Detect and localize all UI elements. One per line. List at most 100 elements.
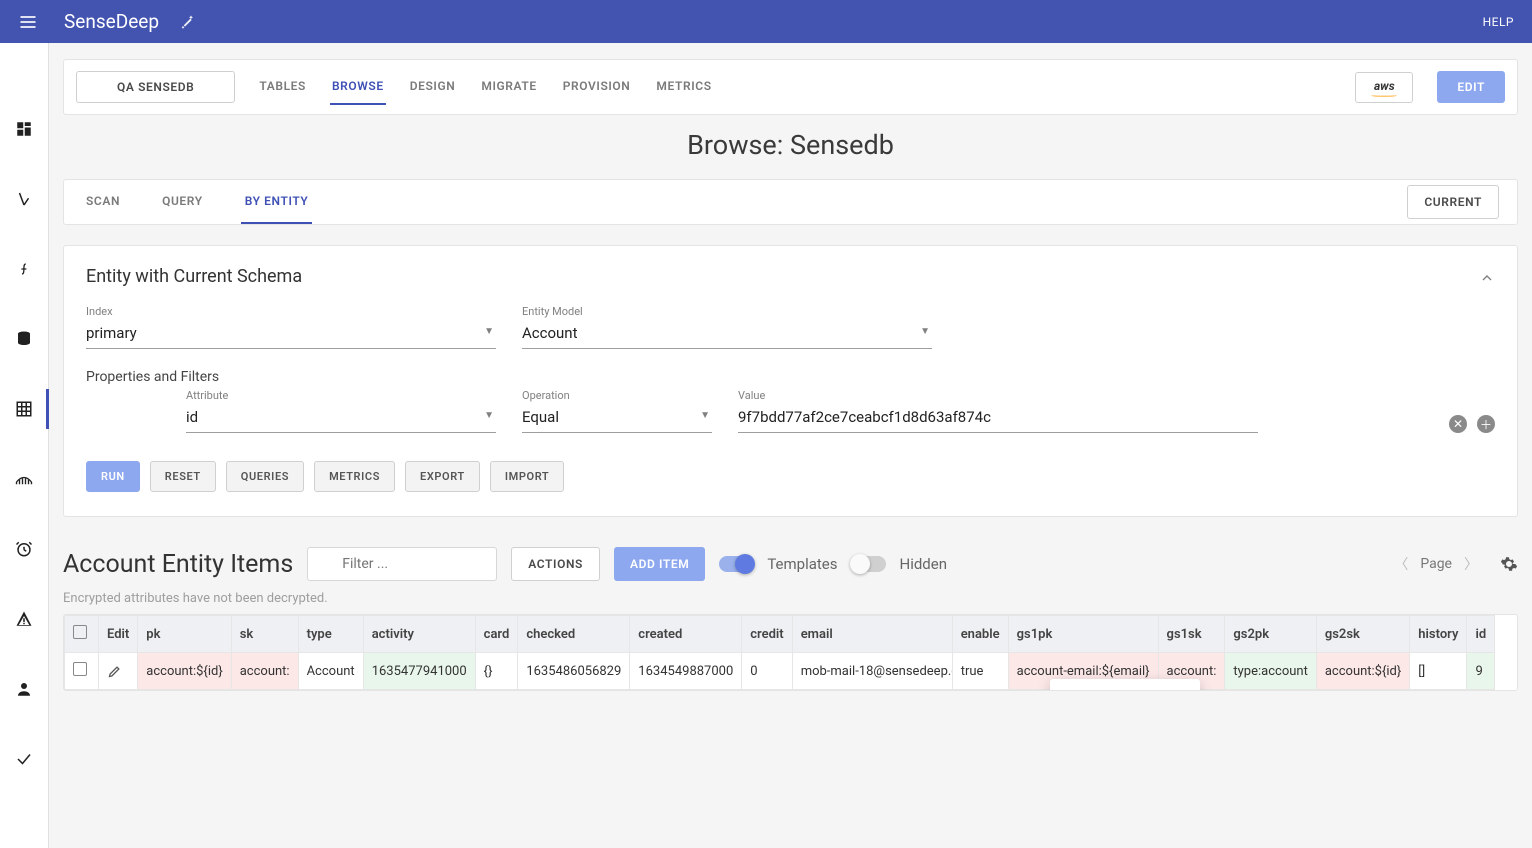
col-created[interactable]: created xyxy=(630,616,742,653)
col-pk[interactable]: pk xyxy=(138,616,231,653)
entity-model-label: Entity Model xyxy=(522,305,932,318)
subtab-by-entity[interactable]: BY ENTITY xyxy=(241,180,313,224)
edit-button[interactable]: EDIT xyxy=(1437,71,1505,103)
caret-down-icon: ▼ xyxy=(484,410,494,421)
main-content: QA SENSEDB TABLES BROWSE DESIGN MIGRATE … xyxy=(49,43,1532,731)
page-label: Page xyxy=(1420,556,1452,572)
next-page-icon[interactable]: 〉 xyxy=(1464,554,1478,574)
hidden-toggle[interactable] xyxy=(852,556,886,572)
cell-sk: account: xyxy=(231,653,298,690)
col-gs1pk[interactable]: gs1pk xyxy=(1008,616,1158,653)
nav-database-icon[interactable] xyxy=(0,323,49,355)
index-select[interactable]: primary▼ xyxy=(86,320,496,349)
nav-lambda-icon[interactable] xyxy=(0,183,49,215)
col-sk[interactable]: sk xyxy=(231,616,298,653)
actions-button[interactable]: ACTIONS xyxy=(511,547,600,581)
nav-dashboard-icon[interactable] xyxy=(0,113,49,145)
subtab-query[interactable]: QUERY xyxy=(158,180,207,224)
cell-card: {} xyxy=(475,653,518,690)
attribute-label: Attribute xyxy=(186,389,496,402)
filter-input[interactable] xyxy=(307,547,497,581)
templates-label: Templates xyxy=(767,555,837,573)
tab-tables[interactable]: TABLES xyxy=(257,69,308,105)
select-all-checkbox[interactable] xyxy=(73,625,87,639)
metrics-button[interactable]: METRICS xyxy=(314,461,395,492)
remove-filter-icon[interactable]: ✕ xyxy=(1449,415,1467,433)
templates-toggle[interactable] xyxy=(719,556,753,572)
value-label: Value xyxy=(738,389,1258,402)
left-nav-rail xyxy=(0,43,49,848)
col-history[interactable]: history xyxy=(1410,616,1467,653)
hamburger-icon[interactable] xyxy=(18,12,38,32)
tab-provision[interactable]: PROVISION xyxy=(561,69,633,105)
context-menu: Copy Design Schema Edit Follow Reference xyxy=(1050,679,1200,691)
nav-check-icon[interactable] xyxy=(0,743,49,775)
results-table: Edit pk sk type activity card checked cr… xyxy=(64,615,1495,690)
queries-button[interactable]: QUERIES xyxy=(226,461,304,492)
cell-id: 9 xyxy=(1467,653,1495,690)
col-activity[interactable]: activity xyxy=(363,616,475,653)
tab-design[interactable]: DESIGN xyxy=(408,69,458,105)
cell-gs2sk: account:${id} xyxy=(1316,653,1409,690)
tab-browse[interactable]: BROWSE xyxy=(330,69,386,105)
caret-down-icon: ▼ xyxy=(700,410,710,421)
nav-grid-icon[interactable] xyxy=(0,393,49,425)
col-id[interactable]: id xyxy=(1467,616,1495,653)
help-link[interactable]: HELP xyxy=(1483,15,1514,29)
table-header-row: Edit pk sk type activity card checked cr… xyxy=(65,616,1495,653)
main-tabs: TABLES BROWSE DESIGN MIGRATE PROVISION M… xyxy=(257,69,713,105)
caret-down-icon: ▼ xyxy=(920,326,930,337)
col-email[interactable]: email xyxy=(792,616,952,653)
import-button[interactable]: IMPORT xyxy=(490,461,564,492)
col-card[interactable]: card xyxy=(475,616,518,653)
aws-button[interactable]: aws xyxy=(1355,72,1413,103)
tab-migrate[interactable]: MIGRATE xyxy=(479,69,538,105)
properties-filters-label: Properties and Filters xyxy=(86,369,1495,385)
nav-bridge-icon[interactable] xyxy=(0,463,49,495)
cell-gs2pk: type:account xyxy=(1225,653,1316,690)
table-row[interactable]: account:${id} account: Account 163547794… xyxy=(65,653,1495,690)
cell-type: Account xyxy=(298,653,363,690)
cell-pk: account:${id} xyxy=(138,653,231,690)
settings-icon[interactable] xyxy=(1500,555,1518,573)
nav-user-icon[interactable] xyxy=(0,673,49,705)
ctx-copy[interactable]: Copy xyxy=(1050,685,1200,691)
entity-model-select[interactable]: Account▼ xyxy=(522,320,932,349)
caret-down-icon: ▼ xyxy=(484,326,494,337)
add-filter-icon[interactable]: ＋ xyxy=(1477,415,1495,433)
col-edit[interactable]: Edit xyxy=(99,616,138,653)
collapse-panel-icon[interactable] xyxy=(1479,270,1495,286)
export-button[interactable]: EXPORT xyxy=(405,461,480,492)
run-button[interactable]: RUN xyxy=(86,461,140,492)
col-gs2pk[interactable]: gs2pk xyxy=(1225,616,1316,653)
nav-alert-icon[interactable] xyxy=(0,603,49,635)
col-type[interactable]: type xyxy=(298,616,363,653)
attribute-select[interactable]: id▼ xyxy=(186,404,496,433)
database-selector[interactable]: QA SENSEDB xyxy=(76,71,235,103)
hidden-label: Hidden xyxy=(900,555,948,573)
entity-panel-title: Entity with Current Schema xyxy=(86,266,1495,287)
edit-row-icon[interactable] xyxy=(107,664,129,679)
col-gs2sk[interactable]: gs2sk xyxy=(1316,616,1409,653)
nav-function-icon[interactable] xyxy=(0,253,49,285)
browse-subtabs: SCAN QUERY BY ENTITY CURRENT xyxy=(63,179,1518,225)
nav-alarm-icon[interactable] xyxy=(0,533,49,565)
row-checkbox[interactable] xyxy=(73,662,87,676)
main-toolbar: QA SENSEDB TABLES BROWSE DESIGN MIGRATE … xyxy=(63,59,1518,115)
value-input[interactable] xyxy=(738,404,1258,433)
add-item-button[interactable]: ADD ITEM xyxy=(614,547,705,581)
col-gs1sk[interactable]: gs1sk xyxy=(1158,616,1225,653)
subtab-scan[interactable]: SCAN xyxy=(82,180,124,224)
tab-metrics[interactable]: METRICS xyxy=(654,69,713,105)
operation-label: Operation xyxy=(522,389,712,402)
prev-page-icon[interactable]: 〈 xyxy=(1394,554,1408,574)
cell-created: 1634549887000 xyxy=(630,653,742,690)
reset-button[interactable]: RESET xyxy=(150,461,216,492)
wand-icon[interactable] xyxy=(179,14,195,30)
current-button[interactable]: CURRENT xyxy=(1407,185,1499,219)
col-enable[interactable]: enable xyxy=(952,616,1008,653)
operation-select[interactable]: Equal▼ xyxy=(522,404,712,433)
cell-credit: 0 xyxy=(742,653,792,690)
col-credit[interactable]: credit xyxy=(742,616,792,653)
col-checked[interactable]: checked xyxy=(518,616,630,653)
